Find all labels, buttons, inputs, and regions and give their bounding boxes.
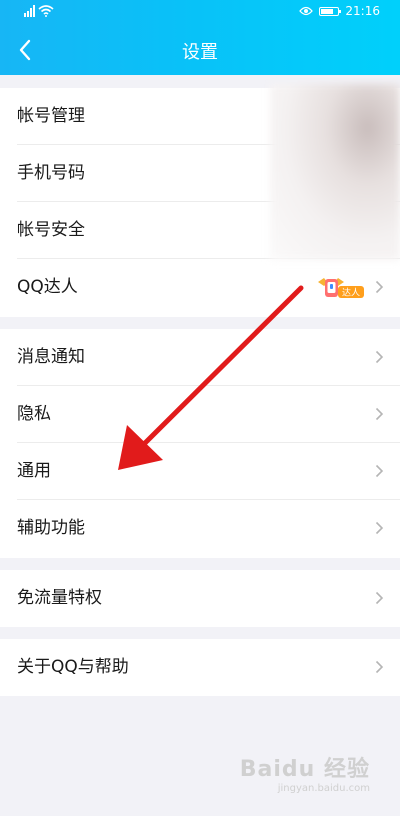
row-label: 帐号安全 [17, 220, 85, 240]
chevron-right-icon [375, 591, 384, 605]
watermark: Baidu 经验 jingyan.baidu.com [240, 751, 370, 794]
settings-row-qq-expert[interactable]: QQ达人 达人 [0, 259, 400, 316]
watermark-sub: jingyan.baidu.com [277, 783, 370, 794]
watermark-text: Baidu 经验 [239, 757, 370, 782]
settings-row-general[interactable]: 通用 [0, 443, 400, 500]
battery-icon [319, 6, 342, 16]
settings-row-accessibility[interactable]: 辅助功能 [0, 500, 400, 557]
row-label: 消息通知 [17, 347, 85, 367]
chevron-right-icon [375, 464, 384, 478]
row-label: 手机号码 [17, 163, 85, 183]
chevron-right-icon [375, 660, 384, 674]
settings-row-privacy[interactable]: 隐私 [0, 386, 400, 443]
status-time: 21:16 [345, 4, 380, 18]
wifi-icon [38, 5, 54, 17]
qq-expert-badge-icon: 达人 [318, 278, 364, 299]
blurred-avatar-area [270, 84, 400, 260]
row-label: 免流量特权 [17, 588, 102, 608]
badge-text: 达人 [342, 287, 360, 299]
row-label: 通用 [17, 461, 51, 481]
status-bar: 21:16 [0, 0, 400, 26]
chevron-right-icon [375, 280, 384, 294]
settings-group-data: 免流量特权 [0, 570, 400, 627]
row-label: 关于QQ与帮助 [17, 657, 129, 677]
settings-row-about-help[interactable]: 关于QQ与帮助 [0, 639, 400, 696]
app-header: 21:16 设置 [0, 0, 400, 75]
settings-row-free-data[interactable]: 免流量特权 [0, 570, 400, 627]
row-label: 隐私 [17, 404, 51, 424]
cell-signal-icon [24, 5, 35, 17]
settings-group-general: 消息通知 隐私 通用 辅助功能 [0, 329, 400, 558]
row-label: QQ达人 [17, 277, 78, 297]
signal-icons [24, 5, 54, 17]
chevron-right-icon [375, 521, 384, 535]
settings-group-about: 关于QQ与帮助 [0, 639, 400, 696]
chevron-right-icon [375, 407, 384, 421]
row-label: 帐号管理 [17, 106, 85, 126]
page-title: 设置 [182, 42, 218, 63]
settings-row-notifications[interactable]: 消息通知 [0, 329, 400, 386]
row-label: 辅助功能 [17, 518, 85, 538]
eye-icon [299, 6, 314, 16]
chevron-right-icon [375, 350, 384, 364]
